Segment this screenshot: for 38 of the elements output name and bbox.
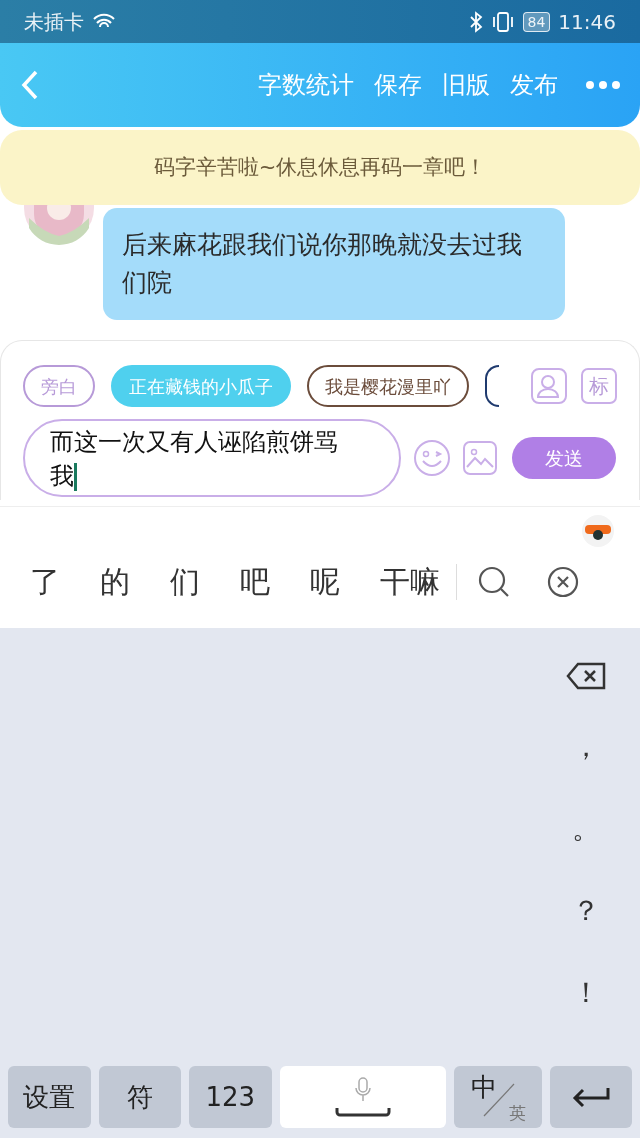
emoji-icon[interactable] — [413, 439, 451, 477]
vibrate-icon — [490, 10, 515, 33]
message-input[interactable]: 而这一次又有人诬陷煎饼骂我 — [23, 419, 401, 497]
space-bar-icon — [334, 1107, 391, 1117]
battery-level: 84 — [522, 11, 551, 32]
punctuation-key[interactable]: ！ — [566, 968, 606, 1018]
punctuation-key[interactable]: 。 — [566, 804, 606, 854]
message-bubble: 后来麻花跟我们说你那晚就没去过我们院 — [103, 208, 565, 320]
space-key[interactable] — [279, 1066, 446, 1128]
backspace-icon[interactable] — [566, 662, 606, 690]
contact-icon[interactable] — [531, 368, 567, 404]
microphone-icon — [354, 1077, 371, 1103]
candidate-word[interactable]: 们 — [170, 559, 200, 604]
reminder-banner: 码字辛苦啦~休息休息再码一章吧！ — [0, 130, 640, 205]
image-icon[interactable] — [463, 441, 497, 475]
keyboard-key[interactable]: 符 — [98, 1066, 181, 1128]
candidate-word[interactable]: 了 — [30, 559, 60, 604]
bluetooth-icon — [468, 10, 483, 33]
candidate-word[interactable]: 吧 — [240, 559, 270, 604]
role-chip[interactable]: 我是樱花漫里吖 — [307, 365, 469, 407]
candidate-word[interactable]: 呢 — [310, 559, 340, 604]
back-icon[interactable] — [20, 69, 40, 101]
status-time: 11:46 — [558, 8, 616, 36]
more-icon[interactable] — [586, 80, 620, 90]
candidate-word[interactable]: 的 — [100, 559, 130, 604]
close-icon[interactable] — [547, 565, 579, 598]
punctuation-key[interactable]: ？ — [566, 886, 606, 936]
keyboard-key[interactable]: 123 — [189, 1066, 272, 1128]
mascot-icon — [580, 513, 616, 549]
punctuation-key[interactable]: ， — [566, 722, 606, 772]
carrier-text: 未插卡 — [24, 8, 84, 36]
role-chip[interactable] — [485, 365, 499, 407]
keyboard-key[interactable]: 设置 — [8, 1066, 91, 1128]
enter-icon — [571, 1086, 610, 1108]
enter-key[interactable] — [549, 1066, 632, 1128]
search-icon[interactable] — [477, 564, 511, 599]
candidate-word[interactable]: 干嘛 — [380, 559, 440, 604]
language-switch-key[interactable]: 中 英 — [453, 1066, 542, 1128]
